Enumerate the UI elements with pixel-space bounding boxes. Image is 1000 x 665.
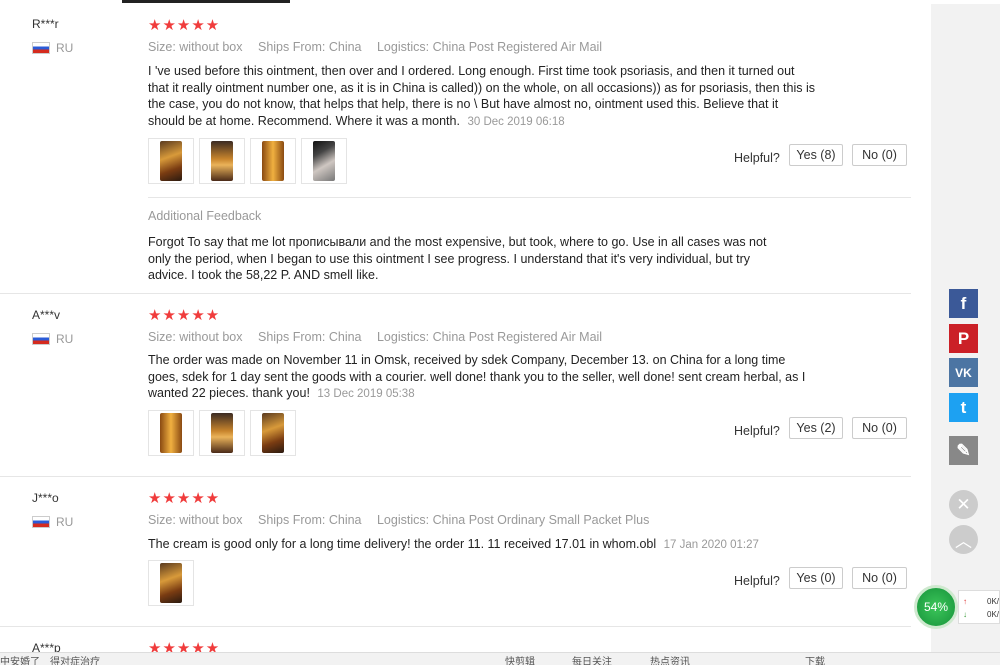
review-item: A***p ★★★★★ (0, 627, 931, 652)
review-item: R***r RU ★★★★★ Size: without box Ships F… (0, 4, 931, 294)
edit-button[interactable]: ✎ (949, 436, 978, 465)
facebook-icon: f (960, 293, 967, 313)
russia-flag-icon (32, 42, 50, 54)
facebook-share-button[interactable]: f (949, 289, 978, 318)
review-body: The cream is good only for a long time d… (148, 537, 657, 551)
review-text: The order was made on November 11 in Oms… (148, 352, 818, 403)
review-photo-thumbnail[interactable] (148, 138, 194, 184)
star-rating: ★★★★★ (148, 307, 221, 324)
review-item: J***o RU ★★★★★ Size: without box Ships F… (0, 477, 931, 627)
review-body: The order was made on November 11 in Oms… (148, 353, 806, 400)
logistics-info: Logistics: China Post Registered Air Mai… (376, 330, 603, 344)
vk-icon: VK (955, 365, 972, 380)
pencil-icon: ✎ (956, 440, 971, 460)
pinterest-share-button[interactable]: P (949, 324, 978, 353)
status-item[interactable]: 中安婚了 (0, 653, 40, 665)
country-code: RU (56, 41, 74, 55)
review-date: 17 Jan 2020 01:27 (663, 539, 759, 551)
helpful-yes-button[interactable]: Yes (2) (789, 417, 843, 439)
helpful-no-button[interactable]: No (0) (852, 417, 907, 439)
helpful-no-button[interactable]: No (0) (852, 144, 907, 166)
reviewer-country: RU (32, 41, 73, 55)
twitter-share-button[interactable]: t (949, 393, 978, 422)
status-item[interactable]: 每日关注 (572, 653, 612, 665)
upload-speed: 0K/ (987, 597, 1000, 606)
additional-feedback-text: Forgot To say that me lot прописывали an… (148, 235, 767, 282)
review-meta: Size: without box Ships From: China Logi… (148, 330, 614, 344)
reviewer-name: R***r (32, 17, 59, 31)
reviewer-name: J***o (32, 491, 59, 505)
helpful-no-button[interactable]: No (0) (852, 567, 907, 589)
ships-from-info: Ships From: China (257, 330, 362, 344)
size-info: Size: without box (148, 40, 243, 54)
star-rating: ★★★★★ (148, 640, 221, 652)
pinterest-icon: P (957, 328, 970, 348)
logistics-info: Logistics: China Post Ordinary Small Pac… (376, 513, 650, 527)
star-rating: ★★★★★ (148, 17, 221, 34)
review-photo-thumbnail[interactable] (199, 410, 245, 456)
size-info: Size: without box (148, 330, 243, 344)
status-item[interactable]: 下载 (805, 653, 825, 665)
country-code: RU (56, 332, 74, 346)
close-button[interactable]: ✕ (949, 490, 978, 519)
twitter-icon: t (960, 397, 967, 417)
review-meta: Size: without box Ships From: China Logi… (148, 40, 614, 54)
review-photo-thumbnail[interactable] (250, 410, 296, 456)
bottom-status-bar: 中安婚了 得对症治疗 快剪辑 每日关注 热点资讯 下载 (0, 652, 1000, 665)
review-photos (148, 560, 194, 606)
divider (148, 197, 911, 198)
reviewer-country: RU (32, 332, 73, 346)
star-rating: ★★★★★ (148, 490, 221, 507)
size-info: Size: without box (148, 513, 243, 527)
back-to-top-button[interactable]: ︿ (949, 525, 978, 554)
logistics-info: Logistics: China Post Registered Air Mai… (376, 40, 603, 54)
review-item: A***v RU ★★★★★ Size: without box Ships F… (0, 294, 931, 477)
review-photo-thumbnail[interactable] (199, 138, 245, 184)
review-photo-thumbnail[interactable] (148, 410, 194, 456)
helpful-label: Helpful? (734, 424, 780, 438)
country-code: RU (56, 515, 74, 529)
memory-percent: 54% (923, 600, 949, 614)
speed-booster-widget[interactable]: 54% (914, 585, 958, 629)
review-date: 30 Dec 2019 06:18 (467, 115, 565, 128)
review-photo-thumbnail[interactable] (301, 138, 347, 184)
download-speed: 0K/ (987, 610, 1000, 619)
close-icon: ✕ (956, 494, 971, 514)
additional-feedback-label: Additional Feedback (148, 209, 262, 223)
helpful-label: Helpful? (734, 151, 780, 165)
upload-arrow-icon: ↑ (963, 597, 967, 606)
network-speed-panel: ↑ 0K/ ↓ 0K/ (958, 590, 1000, 624)
status-item[interactable]: 热点资讯 (650, 653, 690, 665)
review-photos (148, 410, 296, 456)
review-photo-thumbnail[interactable] (148, 560, 194, 606)
review-date: 13 Dec 2019 05:38 (317, 388, 415, 400)
reviewer-name: A***v (32, 308, 61, 322)
review-photo-thumbnail[interactable] (250, 138, 296, 184)
status-item[interactable]: 得对症治疗 (50, 653, 100, 665)
review-meta: Size: without box Ships From: China Logi… (148, 513, 661, 527)
review-photos (148, 138, 347, 184)
active-tab-indicator (122, 0, 290, 3)
vk-share-button[interactable]: VK (949, 358, 978, 387)
ships-from-info: Ships From: China (257, 513, 362, 527)
download-arrow-icon: ↓ (963, 610, 967, 619)
review-text: The cream is good only for a long time d… (148, 536, 818, 554)
status-item[interactable]: 快剪辑 (505, 653, 535, 665)
reviewer-country: RU (32, 515, 73, 529)
helpful-yes-button[interactable]: Yes (8) (789, 144, 843, 166)
reviewer-name: A***p (32, 641, 61, 652)
ships-from-info: Ships From: China (257, 40, 362, 54)
russia-flag-icon (32, 516, 50, 528)
reviews-list: R***r RU ★★★★★ Size: without box Ships F… (0, 4, 931, 652)
helpful-label: Helpful? (734, 574, 780, 588)
chevron-up-icon: ︿ (955, 532, 972, 551)
helpful-yes-button[interactable]: Yes (0) (789, 567, 843, 589)
russia-flag-icon (32, 333, 50, 345)
review-text: I 've used before this ointment, then ov… (148, 63, 818, 130)
